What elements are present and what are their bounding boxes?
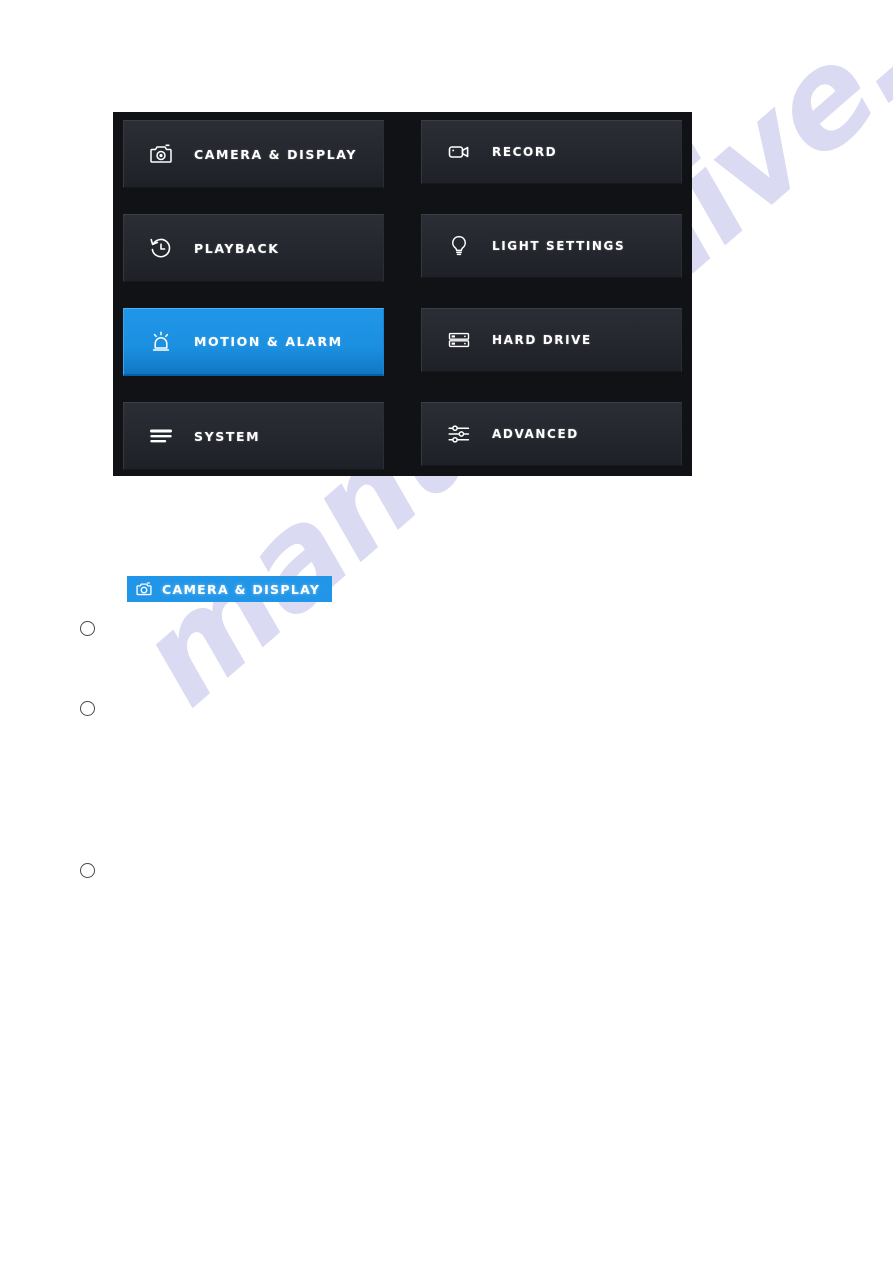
menu-item-label: MOTION & ALARM: [194, 334, 343, 349]
list-bullet-circle: [80, 863, 95, 878]
menu-item-label: SYSTEM: [194, 428, 261, 444]
menu-item-label: HARD DRIVE: [492, 333, 592, 347]
menu-item-motion-and-alarm[interactable]: MOTION & ALARM: [123, 308, 384, 376]
menu-item-light-settings[interactable]: LIGHT SETTINGS: [421, 214, 682, 278]
menu-lines-icon: [146, 421, 176, 451]
sliders-icon: [444, 419, 474, 449]
inline-camera-display-badge[interactable]: CAMERA & DISPLAY: [127, 576, 333, 602]
menu-column-right: RECORD LIGHT SETTINGS HARD DRIVE ADVANCE…: [421, 120, 682, 496]
menu-item-system[interactable]: SYSTEM: [123, 402, 384, 470]
menu-item-label: RECORD: [492, 145, 558, 159]
menu-item-label: LIGHT SETTINGS: [492, 239, 626, 253]
menu-item-hard-drive[interactable]: HARD DRIVE: [421, 308, 682, 372]
camera-icon: [134, 580, 153, 599]
menu-item-label: PLAYBACK: [194, 240, 280, 256]
hard-drive-icon: [444, 325, 474, 355]
menu-item-advanced[interactable]: ADVANCED: [421, 402, 682, 466]
menu-item-camera-and-display[interactable]: CAMERA & DISPLAY: [123, 120, 384, 188]
inline-badge-label: CAMERA & DISPLAY: [162, 581, 321, 597]
lightbulb-icon: [444, 231, 474, 261]
menu-item-label: CAMERA & DISPLAY: [194, 146, 358, 162]
alarm-siren-icon: [146, 327, 176, 357]
menu-column-left: CAMERA & DISPLAY PLAYBACK MOTION & ALARM…: [123, 120, 384, 496]
camera-icon: [146, 139, 176, 169]
video-camera-icon: [444, 137, 474, 167]
menu-item-playback[interactable]: PLAYBACK: [123, 214, 384, 282]
list-bullet-circle: [80, 621, 95, 636]
settings-menu-grid: CAMERA & DISPLAY PLAYBACK MOTION & ALARM…: [123, 120, 682, 470]
menu-item-record[interactable]: RECORD: [421, 120, 682, 184]
playback-history-icon: [146, 233, 176, 263]
menu-item-label: ADVANCED: [492, 427, 579, 441]
list-bullet-circle: [80, 701, 95, 716]
settings-menu-panel: CAMERA & DISPLAY PLAYBACK MOTION & ALARM…: [113, 112, 692, 476]
